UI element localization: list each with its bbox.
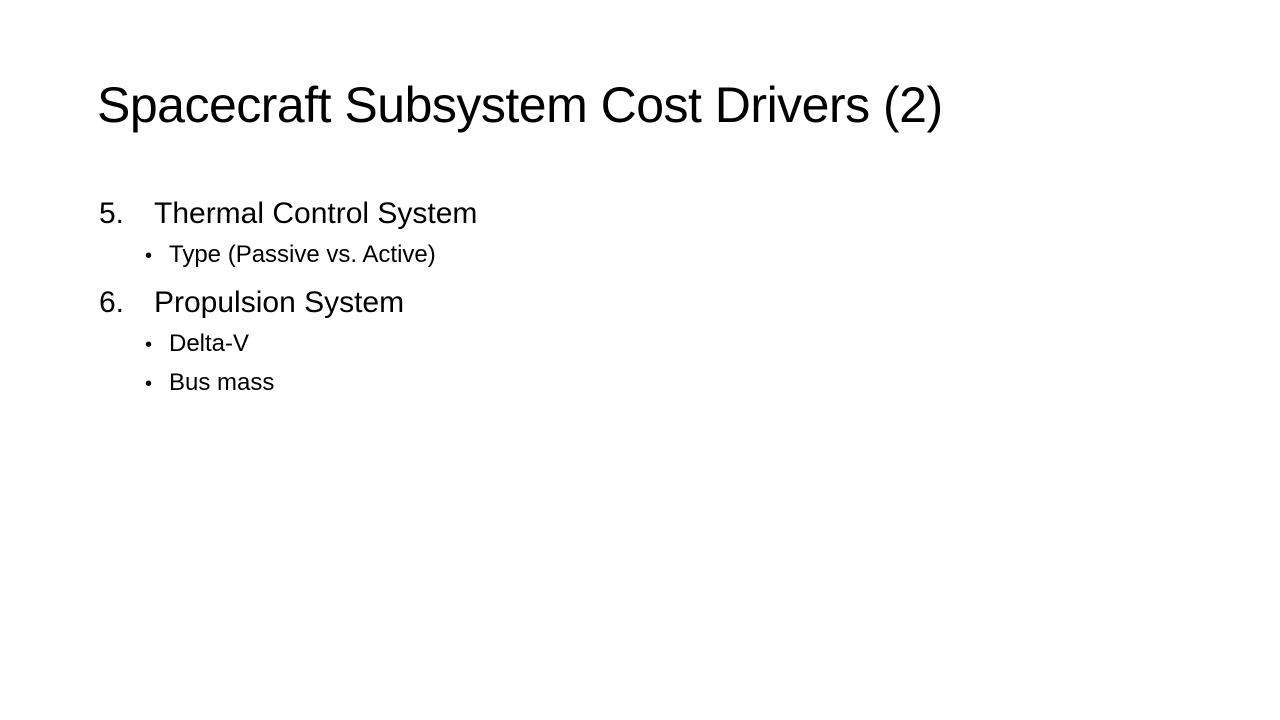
list-item-thermal-control: 5. Thermal Control System • Type (Passiv… bbox=[99, 192, 1179, 275]
slide-title: Spacecraft Subsystem Cost Drivers (2) bbox=[97, 77, 943, 133]
list-item-heading: 5. Thermal Control System bbox=[99, 192, 1179, 236]
sub-bullet-list: • Delta-V • Bus mass bbox=[99, 325, 1179, 403]
sub-bullet-text: Type (Passive vs. Active) bbox=[169, 241, 436, 268]
bullet-icon: • bbox=[145, 334, 153, 356]
sub-bullet-list: • Type (Passive vs. Active) bbox=[99, 236, 1179, 275]
sub-bullet-text: Delta-V bbox=[169, 330, 250, 357]
list-item-number: 5. bbox=[99, 197, 125, 230]
slide: Spacecraft Subsystem Cost Drivers (2) 5.… bbox=[0, 0, 1280, 720]
sub-bullet-item: • Type (Passive vs. Active) bbox=[99, 236, 1179, 275]
list-item-number: 6. bbox=[99, 286, 125, 319]
bullet-icon: • bbox=[145, 245, 153, 267]
sub-bullet-text: Bus mass bbox=[169, 369, 275, 396]
list-item-propulsion: 6. Propulsion System • Delta-V • Bus mas… bbox=[99, 281, 1179, 403]
bullet-icon: • bbox=[145, 373, 153, 395]
list-item-heading: 6. Propulsion System bbox=[99, 281, 1179, 325]
list-item-label: Propulsion System bbox=[154, 286, 405, 319]
list-item-label: Thermal Control System bbox=[154, 197, 478, 230]
sub-bullet-item: • Delta-V bbox=[99, 325, 1179, 364]
slide-content: 5. Thermal Control System • Type (Passiv… bbox=[99, 192, 1179, 409]
sub-bullet-item: • Bus mass bbox=[99, 364, 1179, 403]
